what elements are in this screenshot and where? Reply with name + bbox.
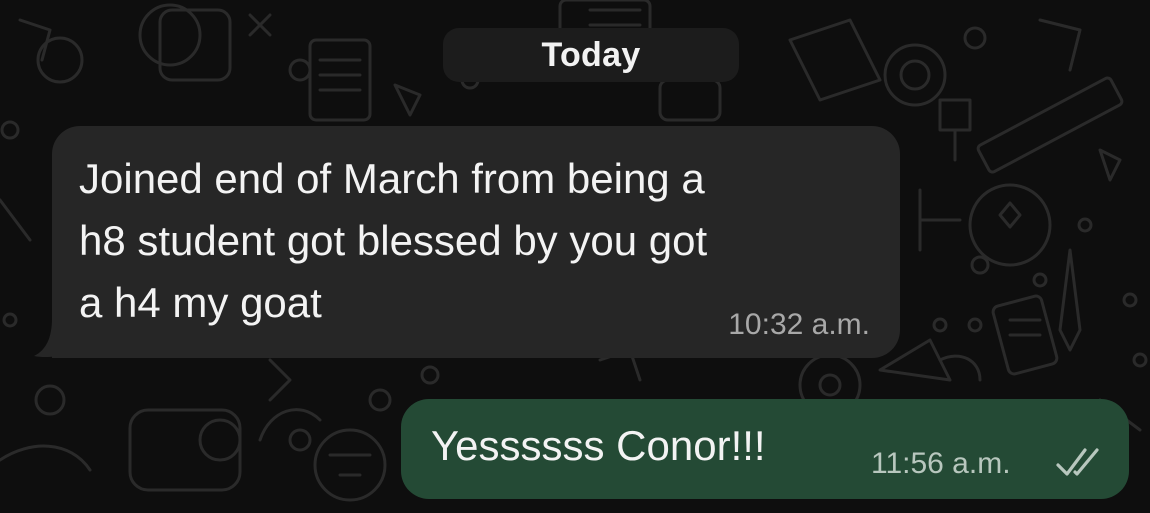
date-separator-label: Today [541,35,641,74]
incoming-message-text: Joined end of March from being a h8 stud… [79,155,708,326]
outgoing-message-text: Yessssss Conor!!! [431,422,766,469]
chat-view: Today Joined end of March from being a h… [0,0,1150,513]
date-separator: Today [443,28,739,82]
outgoing-message[interactable]: Yessssss Conor!!! 11:56 a.m. [401,399,1129,499]
incoming-message-time: 10:32 a.m. [728,308,870,341]
double-check-icon [1056,448,1099,476]
outgoing-message-time: 11:56 a.m. [871,447,1011,480]
incoming-message[interactable]: Joined end of March from being a h8 stud… [52,126,900,358]
